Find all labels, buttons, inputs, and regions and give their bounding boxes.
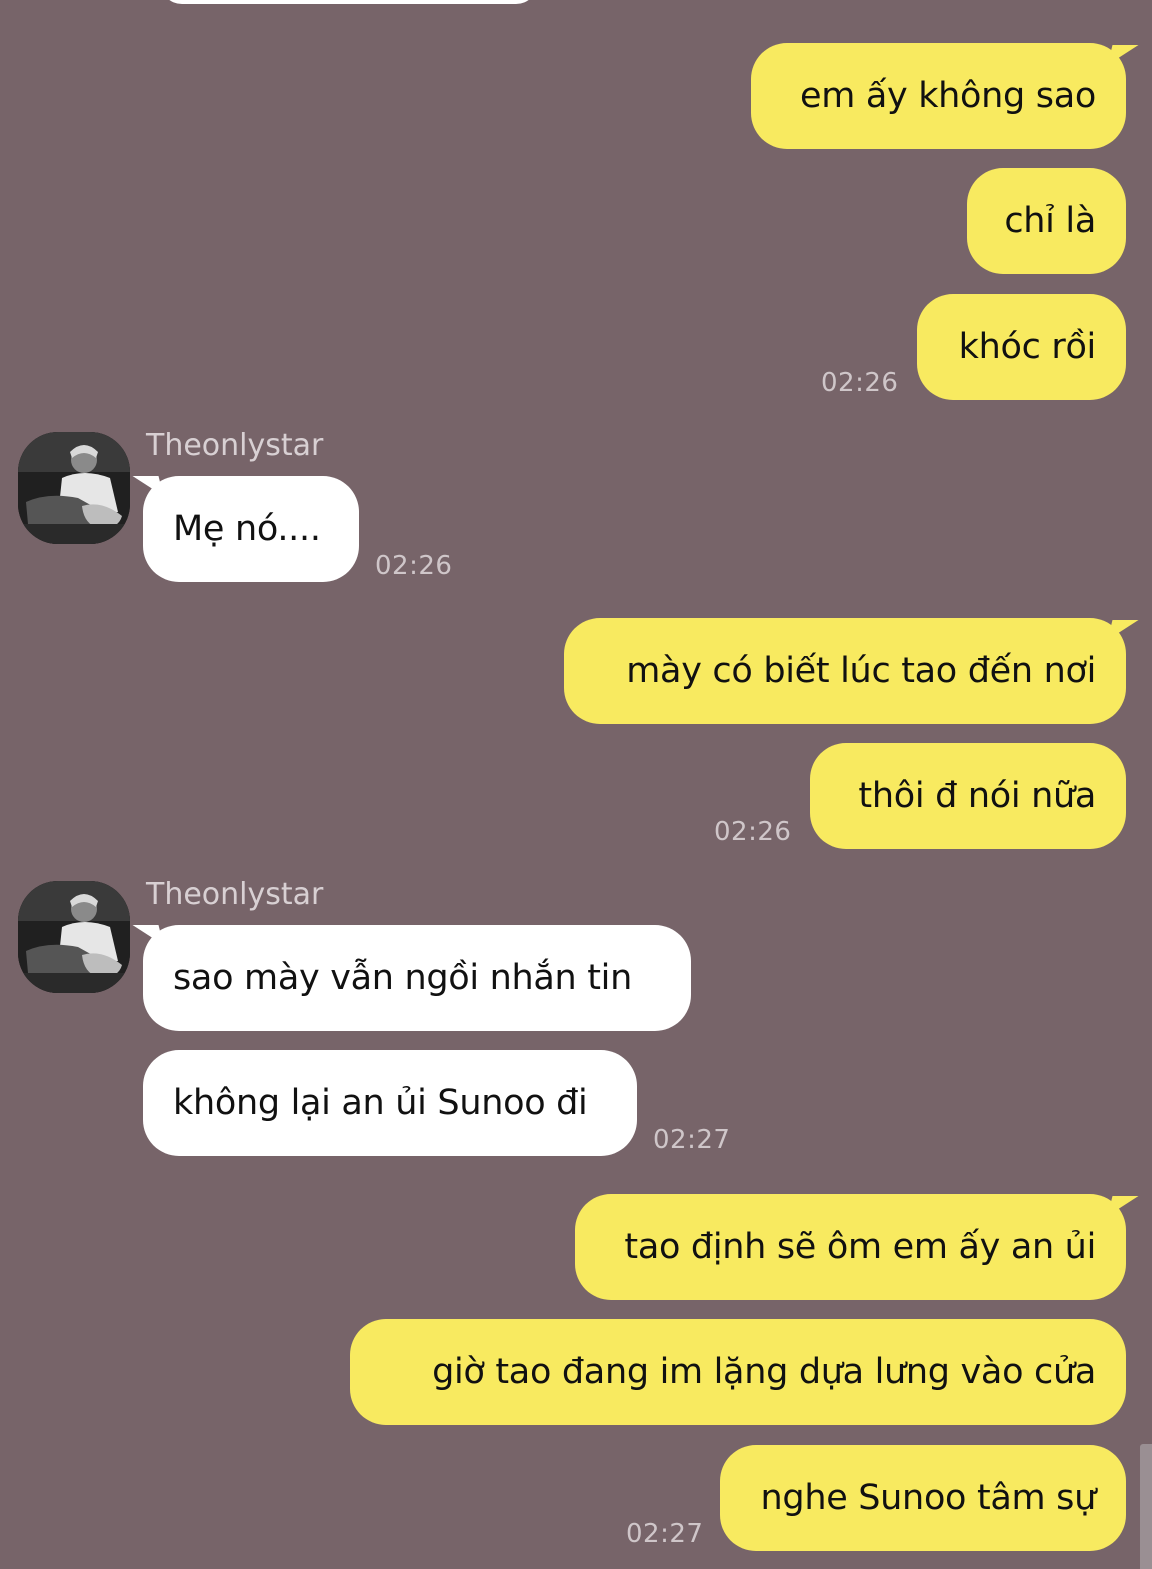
sender-name: Theonlystar bbox=[146, 428, 324, 463]
message-text: em ấy không sao bbox=[799, 76, 1096, 116]
message-timestamp: 02:26 bbox=[714, 817, 792, 847]
message-text: sao mày vẫn ngồi nhắn tin bbox=[173, 958, 632, 998]
message-bubble-outgoing[interactable]: em ấy không sao bbox=[751, 43, 1126, 149]
avatar-icon[interactable] bbox=[18, 881, 130, 993]
message-bubble-outgoing[interactable]: mày có biết lúc tao đến nơi bbox=[564, 618, 1126, 724]
message-timestamp: 02:27 bbox=[626, 1519, 704, 1549]
message-bubble-incoming[interactable]: Mẹ nó.... bbox=[143, 476, 359, 582]
message-text: không lại an ủi Sunoo đi bbox=[173, 1083, 588, 1123]
message-bubble-outgoing[interactable]: chỉ là bbox=[967, 168, 1126, 274]
message-text: tao định sẽ ôm em ấy an ủi bbox=[624, 1227, 1096, 1267]
scrollbar[interactable] bbox=[1140, 1444, 1152, 1569]
message-text: nghe Sunoo tâm sự bbox=[760, 1478, 1097, 1518]
message-bubble-outgoing[interactable]: tao định sẽ ôm em ấy an ủi bbox=[575, 1194, 1126, 1300]
message-text: thôi đ nói nữa bbox=[858, 776, 1096, 816]
message-timestamp: 02:26 bbox=[375, 551, 453, 581]
message-bubble-outgoing[interactable]: nghe Sunoo tâm sự bbox=[720, 1445, 1126, 1551]
message-text: Mẹ nó.... bbox=[173, 509, 321, 549]
avatar-icon[interactable] bbox=[18, 432, 130, 544]
message-bubble-outgoing[interactable]: khóc rồi bbox=[917, 294, 1126, 400]
message-text: mày có biết lúc tao đến nơi bbox=[626, 651, 1096, 691]
message-timestamp: 02:27 bbox=[653, 1125, 731, 1155]
message-timestamp: 02:26 bbox=[821, 368, 899, 398]
sender-name: Theonlystar bbox=[146, 877, 324, 912]
message-text: khóc rồi bbox=[958, 327, 1097, 367]
message-bubble-incoming[interactable]: sao mày vẫn ngồi nhắn tin bbox=[143, 925, 691, 1031]
message-bubble-outgoing[interactable]: thôi đ nói nữa bbox=[810, 743, 1126, 849]
message-text: giờ tao đang im lặng dựa lưng vào cửa bbox=[432, 1352, 1096, 1392]
message-text: chỉ là bbox=[1004, 201, 1096, 241]
previous-message-bubble bbox=[160, 0, 538, 4]
message-bubble-incoming[interactable]: không lại an ủi Sunoo đi bbox=[143, 1050, 637, 1156]
message-bubble-outgoing[interactable]: giờ tao đang im lặng dựa lưng vào cửa bbox=[350, 1319, 1126, 1425]
